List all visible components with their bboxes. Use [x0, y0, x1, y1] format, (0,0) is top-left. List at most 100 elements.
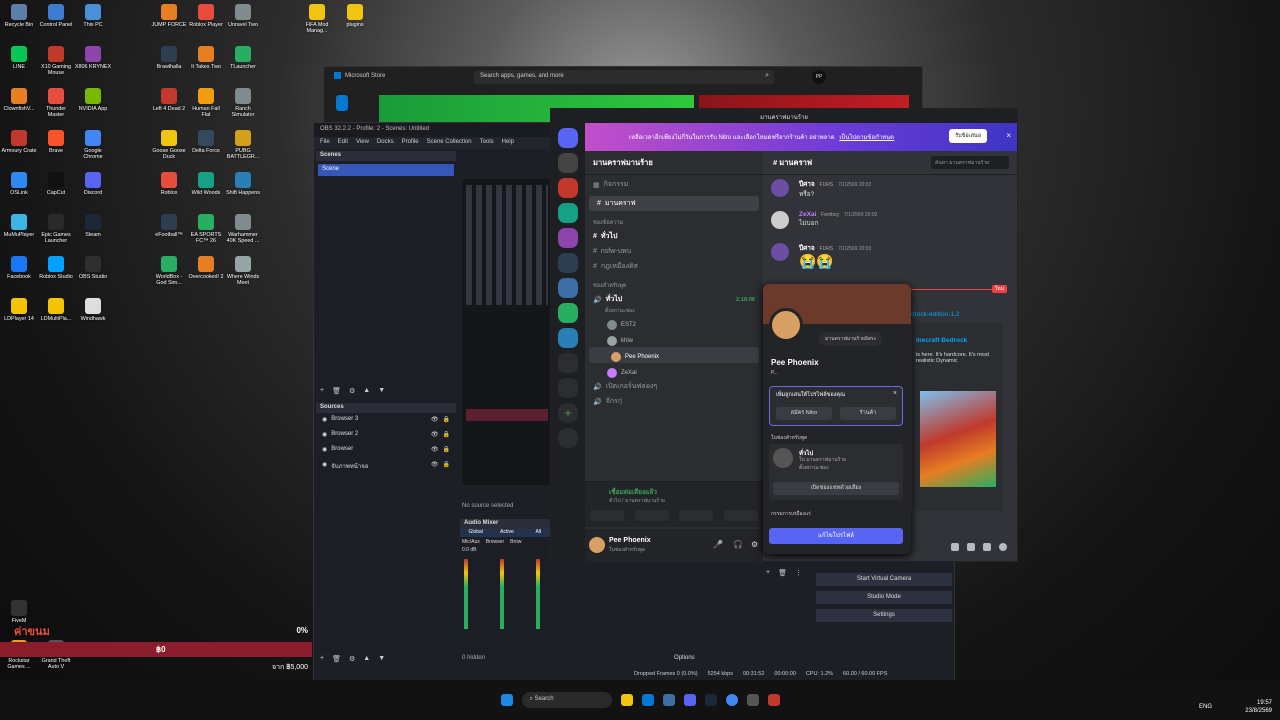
trash-icon[interactable]: 🗑 — [778, 569, 787, 577]
desktop-icon[interactable]: Overcooked! 2 — [187, 256, 225, 280]
store-search-input[interactable]: Search apps, games, and more ⌕ — [474, 70, 774, 84]
down-icon[interactable]: ▼ — [378, 387, 385, 395]
obs-preview[interactable] — [462, 179, 552, 485]
settings-button[interactable]: Settings — [816, 609, 952, 622]
desktop-icon[interactable]: NVIDIA App — [74, 88, 112, 112]
text-channel[interactable]: # nsfw-บพบ — [585, 244, 763, 259]
add-icon[interactable]: + — [766, 569, 770, 577]
mixer-tab[interactable]: Global — [460, 529, 491, 537]
mic-icon[interactable]: 🎤 — [713, 540, 723, 549]
activity-icon[interactable] — [679, 510, 714, 521]
profile-status-note[interactable]: มานคราฟมานร้ายอิสระ — [819, 332, 883, 346]
trash-icon[interactable]: 🗑 — [332, 655, 341, 663]
embed-image[interactable] — [920, 391, 996, 487]
eye-icon[interactable]: 👁 — [431, 416, 439, 425]
message-author[interactable]: ปีศาจ — [799, 245, 815, 252]
desktop-icon[interactable]: Discord — [74, 172, 112, 196]
language-indicator[interactable]: ENG — [1199, 704, 1212, 710]
message-author[interactable]: ZeXai — [799, 211, 816, 218]
desktop-icon[interactable]: X806 KRYNEX — [74, 46, 112, 70]
desktop-icon[interactable]: Roblox Studio — [37, 256, 75, 280]
screen-share-icon[interactable] — [634, 510, 669, 521]
file-explorer-icon[interactable] — [620, 694, 633, 706]
nitro-link[interactable]: เป็นไปตามข้อกำหนด — [839, 135, 894, 141]
message-avatar[interactable] — [771, 179, 789, 197]
discord-home-icon[interactable] — [558, 128, 578, 148]
voice-user[interactable]: ZeXai — [585, 363, 763, 379]
desktop-icon[interactable]: TLauncher — [224, 46, 262, 70]
eye-icon[interactable]: 👁 — [431, 461, 439, 470]
steam-icon[interactable] — [704, 694, 717, 706]
profile-avatar[interactable] — [769, 308, 803, 342]
home-icon[interactable] — [336, 95, 348, 111]
menu-item[interactable]: File — [320, 139, 330, 147]
add-scene-icon[interactable]: + — [320, 387, 324, 395]
add-server-icon[interactable]: + — [558, 403, 578, 423]
headphone-icon[interactable]: 🎧 — [733, 540, 743, 549]
source-item[interactable]: ◉ Browser 3 👁 🔒 — [316, 413, 456, 428]
server-icon[interactable] — [558, 353, 578, 373]
up-icon[interactable]: ▲ — [363, 387, 370, 395]
store-icon[interactable] — [662, 694, 675, 706]
up-icon[interactable]: ▲ — [363, 655, 370, 663]
desktop-icon[interactable]: JUMP FORCE — [150, 4, 188, 28]
scene-item[interactable]: Scene — [318, 164, 454, 176]
lock-icon[interactable]: 🔒 — [443, 461, 450, 470]
app-icon[interactable] — [767, 694, 780, 706]
edit-profile-button[interactable]: แก้ไขโปรไฟล์ — [769, 528, 903, 544]
soundboard-icon[interactable] — [723, 510, 758, 521]
desktop-icon[interactable]: Google Chrome — [74, 130, 112, 160]
user-avatar[interactable] — [589, 537, 605, 553]
voice-channel-other[interactable]: 🔊 จักรกุ่ — [585, 394, 763, 409]
taskbar-search[interactable]: ⌕ Search — [521, 692, 612, 708]
server-icon[interactable] — [558, 303, 578, 323]
clock[interactable]: 19:57 23/8/2569 — [1245, 700, 1272, 716]
server-icon[interactable] — [558, 278, 578, 298]
voice-channel-other[interactable]: 🔊 เปิดเกอร์นฟลองๆ — [585, 379, 763, 394]
desktop-icon[interactable]: Windhawk — [74, 298, 112, 322]
start-virtual-camera-button[interactable]: Start Virtual Camera — [816, 573, 952, 586]
mixer-tab[interactable]: Active — [491, 529, 522, 537]
desktop-icon[interactable]: CapCut — [37, 172, 75, 196]
desktop-icon[interactable]: Delta Force — [187, 130, 225, 154]
desktop-icon[interactable]: Unravel Two — [224, 4, 262, 28]
desktop-icon[interactable]: Recycle Bin — [0, 4, 38, 28]
server-icon[interactable] — [558, 203, 578, 223]
desktop-icon[interactable]: Control Panel — [37, 4, 75, 28]
desktop-icon[interactable]: plugins — [336, 4, 374, 28]
desktop-icon[interactable]: It Takes Two — [187, 46, 225, 70]
desktop-icon[interactable]: FiveM — [0, 600, 38, 624]
desktop-icon[interactable]: ClownfishV... — [0, 88, 38, 112]
menu-item[interactable]: Scene Collection — [427, 139, 472, 147]
gift-icon[interactable] — [951, 543, 959, 551]
desktop-icon[interactable]: FiFA Mod Manag... — [298, 4, 336, 34]
server-icon[interactable] — [558, 378, 578, 398]
store-avatar[interactable]: PP — [812, 70, 826, 84]
desktop-icon[interactable]: PUBG BATTLEGR... — [224, 130, 262, 160]
desktop-icon[interactable]: LDMultiPla... — [37, 298, 75, 322]
voice-channel[interactable]: 🔊 ทั่วไป 2:18:06 — [585, 292, 763, 307]
lock-icon[interactable]: 🔒 — [443, 431, 450, 440]
desktop-icon[interactable]: Brave — [37, 130, 75, 154]
desktop-icon[interactable]: Thunder Master — [37, 88, 75, 118]
server-icon[interactable] — [558, 228, 578, 248]
sticker-icon[interactable] — [983, 543, 991, 551]
lock-icon[interactable]: 🔒 — [443, 446, 450, 455]
eye-icon[interactable]: 👁 — [431, 446, 439, 455]
desktop-icon[interactable]: Brawlhalla — [150, 46, 188, 70]
nitro-subscribe-button[interactable]: สมัคร Nitro — [776, 407, 832, 420]
desktop-icon[interactable]: OBS Studio — [74, 256, 112, 280]
desktop-icon[interactable]: This PC — [74, 4, 112, 28]
eye-icon[interactable]: 👁 — [431, 431, 439, 440]
text-channel[interactable]: # ทั่วไป — [585, 229, 763, 244]
studio-mode-button[interactable]: Studio Mode — [816, 591, 952, 604]
message-author[interactable]: ปีศาจ — [799, 181, 815, 188]
more-icon[interactable]: ⋮ — [795, 569, 802, 577]
desktop-icon[interactable]: Armoury Crate — [0, 130, 38, 154]
desktop-icon[interactable]: EA SPORTS FC™ 26 — [187, 214, 225, 244]
desktop-icon[interactable]: Facebook — [0, 256, 38, 280]
channel-top[interactable]: # มานคราฟ — [589, 196, 759, 211]
text-channel[interactable]: # กฎเหมืองดิส — [585, 259, 763, 274]
desktop-icon[interactable]: WorldBox - God Sim... — [150, 256, 188, 286]
menu-item[interactable]: View — [356, 139, 369, 147]
